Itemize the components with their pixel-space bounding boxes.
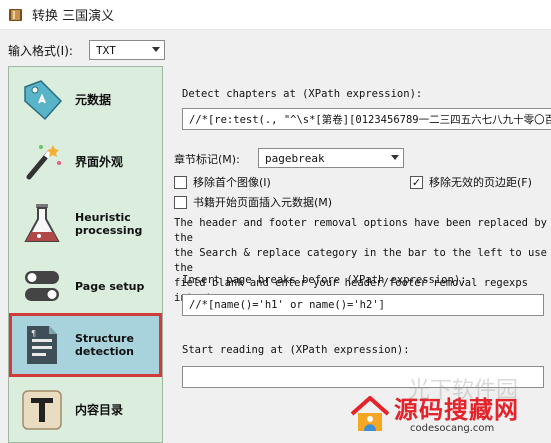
page-breaks-label: Insert page breaks before (XPath express… (182, 274, 467, 286)
watermark-url: codesocang.com (410, 423, 495, 434)
sidebar-item-label: Structure detection (75, 332, 134, 358)
checkmark-icon[interactable]: ✓ (410, 175, 423, 189)
svg-text:¶: ¶ (31, 329, 36, 338)
insert-metadata-label: 书籍开始页面插入元数据(M) (193, 196, 333, 209)
insert-metadata-checkbox[interactable]: 书籍开始页面插入元数据(M) (174, 194, 332, 210)
remove-first-image-checkbox[interactable]: 移除首个图像(I) (174, 174, 271, 190)
structure-document-icon: ¶ (27, 326, 57, 364)
checkbox-box[interactable] (174, 175, 187, 189)
sidebar-item-page-setup[interactable]: Page setup (9, 255, 162, 317)
title-bar: 转换 三国演义 (0, 0, 551, 30)
input-format-label: 输入格式(I): (8, 43, 73, 58)
sidebar-item-label: 元数据 (75, 92, 112, 107)
chapter-mark-select[interactable]: pagebreak (258, 148, 404, 168)
input-format-value: TXT (95, 43, 116, 57)
remove-fake-margins-checkbox[interactable]: ✓ 移除无效的页边距(F) (410, 174, 532, 190)
sidebar-item-structure-detection[interactable]: ¶ Structure detection (9, 313, 162, 377)
header-footer-info-text: The header and footer removal options ha… (174, 216, 551, 306)
input-format-row: 输入格式(I): TXT (8, 40, 165, 60)
page-setup-toggle-icon (25, 271, 59, 301)
sidebar-item-label: Heuristic processing (75, 211, 143, 237)
input-format-select[interactable]: TXT (88, 40, 165, 60)
watermark-brand: 源码搜藏网 (394, 396, 519, 424)
checkbox-box[interactable] (174, 195, 187, 209)
magic-wand-icon (26, 145, 61, 180)
metadata-tag-icon (24, 80, 63, 121)
chapter-mark-label: 章节标记(M): (174, 153, 240, 166)
info-line: The header and footer removal options ha… (174, 217, 547, 244)
toc-letter-t-icon (22, 390, 62, 430)
remove-first-image-label: 移除首个图像(I) (193, 176, 271, 189)
chevron-down-icon (391, 155, 399, 160)
info-line: the Search & replace category in the bar… (174, 247, 547, 274)
detect-chapters-input[interactable]: //*[re:test(., "^\s*[第卷][0123456789一二三四五… (182, 108, 551, 130)
remove-fake-margins-label: 移除无效的页边距(F) (429, 176, 532, 189)
flask-icon (24, 204, 60, 242)
house-logo-icon (350, 396, 390, 431)
sidebar-item-label: 界面外观 (75, 154, 124, 169)
chevron-down-icon (151, 47, 160, 52)
sidebar-item-look-feel[interactable]: 界面外观 (9, 131, 162, 193)
sidebar-item-heuristic-processing[interactable]: Heuristic processing (9, 193, 162, 255)
window-title: 转换 三国演义 (32, 9, 115, 24)
calibre-icon (9, 8, 22, 21)
page-breaks-input[interactable]: //*[name()='h1' or name()='h2'] (182, 294, 544, 316)
category-sidebar: 元数据 界面外观 Heuristic processing Page setup (8, 66, 163, 443)
sidebar-item-label: Page setup (75, 279, 145, 293)
start-reading-label: Start reading at (XPath expression): (182, 344, 410, 356)
chapter-mark-value: pagebreak (265, 151, 325, 165)
detect-chapters-label: Detect chapters at (XPath expression): (182, 88, 423, 100)
sidebar-item-metadata[interactable]: 元数据 (9, 69, 162, 131)
sidebar-item-table-of-contents[interactable]: 内容目录 (9, 379, 162, 441)
sidebar-item-label: 内容目录 (75, 402, 124, 417)
